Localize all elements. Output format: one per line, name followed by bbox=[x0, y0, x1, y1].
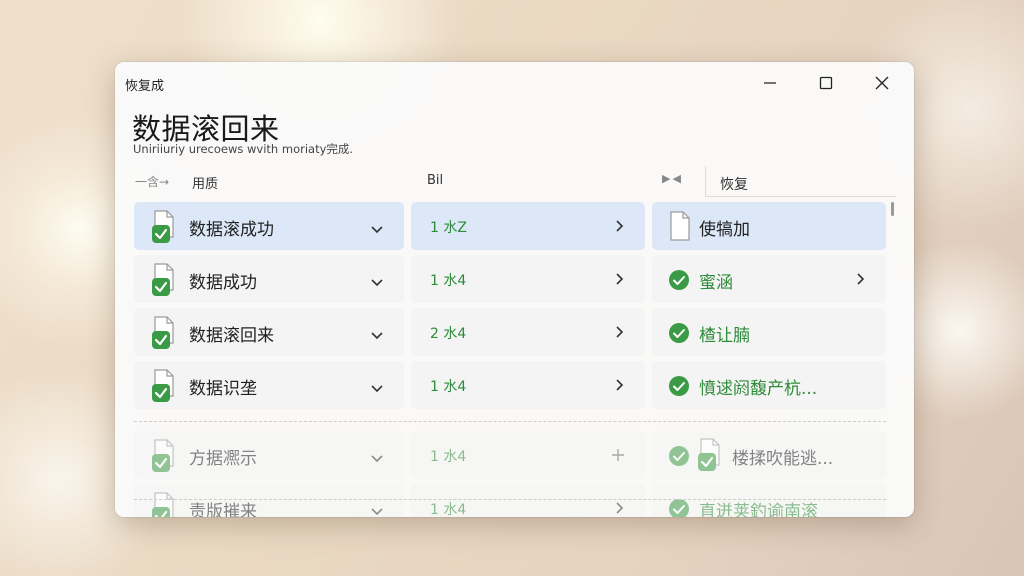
chevron-down-icon[interactable] bbox=[370, 379, 384, 398]
close-icon bbox=[875, 76, 889, 90]
row-size-cell[interactable]: 1 水4 bbox=[411, 484, 645, 517]
maximize-icon bbox=[819, 76, 833, 90]
row-status-cell[interactable]: 蜜涵 bbox=[652, 255, 886, 303]
row-status-cell[interactable]: 楼揉吹能逃... bbox=[652, 431, 886, 479]
section-divider bbox=[134, 421, 886, 422]
minimize-button[interactable] bbox=[747, 68, 793, 98]
check-circle-icon bbox=[668, 269, 690, 295]
recovery-status: 蜜涵 bbox=[699, 273, 733, 293]
check-circle-icon bbox=[668, 445, 690, 471]
maximize-button[interactable] bbox=[803, 68, 849, 98]
file-size: 2 水4 bbox=[430, 326, 467, 342]
file-name: 方据凞示 bbox=[189, 449, 257, 469]
column-header-recover-label: 恢复 bbox=[720, 177, 748, 193]
row-size-cell[interactable]: 2 水4 bbox=[411, 308, 645, 356]
file-size: 1 水4 bbox=[430, 273, 467, 289]
check-circle-icon bbox=[668, 498, 690, 517]
file-check-icon bbox=[698, 438, 722, 471]
nav-back-forward[interactable]: 一含→ bbox=[135, 173, 169, 190]
chevron-down-icon[interactable] bbox=[370, 326, 384, 345]
row-name-cell[interactable]: 数据滚回来 bbox=[134, 308, 404, 356]
window-title: 恢复成 bbox=[125, 79, 165, 94]
recovery-status: 楼揉吹能逃... bbox=[732, 449, 834, 469]
chevron-right-icon[interactable] bbox=[615, 271, 625, 290]
chevron-down-icon[interactable] bbox=[370, 449, 384, 468]
column-header-size[interactable]: Bil bbox=[427, 173, 443, 188]
row-size-cell[interactable]: 1 水Z bbox=[411, 202, 645, 250]
section-divider bbox=[134, 499, 886, 500]
row-name-cell[interactable]: 责版摧来 bbox=[134, 484, 404, 517]
file-size: 1 水4 bbox=[430, 449, 467, 465]
check-circle-icon bbox=[668, 322, 690, 348]
row-name-cell[interactable]: 数据成功 bbox=[134, 255, 404, 303]
file-name: 数据成功 bbox=[189, 273, 257, 293]
scroll-thumb[interactable] bbox=[891, 202, 894, 216]
chevron-right-icon[interactable] bbox=[615, 324, 625, 343]
recovery-window: 恢复成 数据滚回来 Uniriiuriy urecoews wvith mori… bbox=[115, 62, 914, 517]
file-check-icon bbox=[152, 492, 176, 517]
column-header-recover[interactable]: 恢复 bbox=[705, 166, 896, 197]
file-check-icon bbox=[152, 316, 176, 349]
file-size: 1 水Z bbox=[430, 220, 467, 236]
row-size-cell[interactable]: 1 水4 bbox=[411, 255, 645, 303]
chevron-down-icon[interactable] bbox=[370, 220, 384, 239]
file-size: 1 水4 bbox=[430, 502, 467, 517]
check-circle-icon bbox=[668, 375, 690, 401]
file-check-icon bbox=[152, 263, 176, 296]
plus-icon[interactable] bbox=[611, 447, 625, 466]
chevron-down-icon[interactable] bbox=[370, 273, 384, 292]
recovery-status: 直迸荚釣谕南滚 bbox=[699, 502, 818, 517]
file-name: 数据滚成功 bbox=[189, 220, 274, 240]
row-status-cell[interactable]: 楂让腩 bbox=[652, 308, 886, 356]
row-name-cell[interactable]: 数据识垄 bbox=[134, 361, 404, 409]
chevron-right-icon[interactable] bbox=[856, 271, 866, 290]
close-button[interactable] bbox=[859, 68, 905, 98]
row-status-cell[interactable]: 憤逑阏馥产杭... bbox=[652, 361, 886, 409]
row-size-cell[interactable]: 1 水4 bbox=[411, 431, 645, 479]
file-check-icon bbox=[152, 369, 176, 402]
minimize-icon bbox=[764, 82, 776, 84]
row-name-cell[interactable]: 数据滚成功 bbox=[134, 202, 404, 250]
titlebar: 恢复成 bbox=[115, 62, 914, 104]
file-name: 责版摧来 bbox=[189, 502, 257, 517]
file-check-icon bbox=[152, 439, 176, 472]
file-icon bbox=[668, 211, 692, 245]
row-status-cell[interactable]: 直迸荚釣谕南滚 bbox=[652, 484, 886, 517]
file-size: 1 水4 bbox=[430, 379, 467, 395]
file-name: 数据滚回来 bbox=[189, 326, 274, 346]
file-name: 数据识垄 bbox=[189, 379, 257, 399]
chevron-right-icon[interactable] bbox=[615, 500, 625, 517]
recovery-status: 楂让腩 bbox=[699, 326, 750, 346]
chevron-right-icon[interactable] bbox=[615, 218, 625, 237]
scrollbar[interactable] bbox=[890, 200, 896, 500]
page-subtitle: Uniriiuriy urecoews wvith moriaty完成. bbox=[133, 142, 354, 156]
file-check-icon bbox=[152, 210, 176, 243]
row-name-cell[interactable]: 方据凞示 bbox=[134, 431, 404, 479]
chevron-down-icon[interactable] bbox=[370, 502, 384, 517]
column-header-name[interactable]: 用质 bbox=[192, 173, 218, 192]
media-arrows-icon[interactable]: ▶◀ bbox=[662, 172, 683, 185]
row-size-cell[interactable]: 1 水4 bbox=[411, 361, 645, 409]
chevron-right-icon[interactable] bbox=[615, 377, 625, 396]
recovery-status: 使犒加 bbox=[699, 220, 750, 240]
recovery-status: 憤逑阏馥产杭... bbox=[699, 379, 818, 399]
row-status-cell[interactable]: 使犒加 bbox=[652, 202, 886, 250]
